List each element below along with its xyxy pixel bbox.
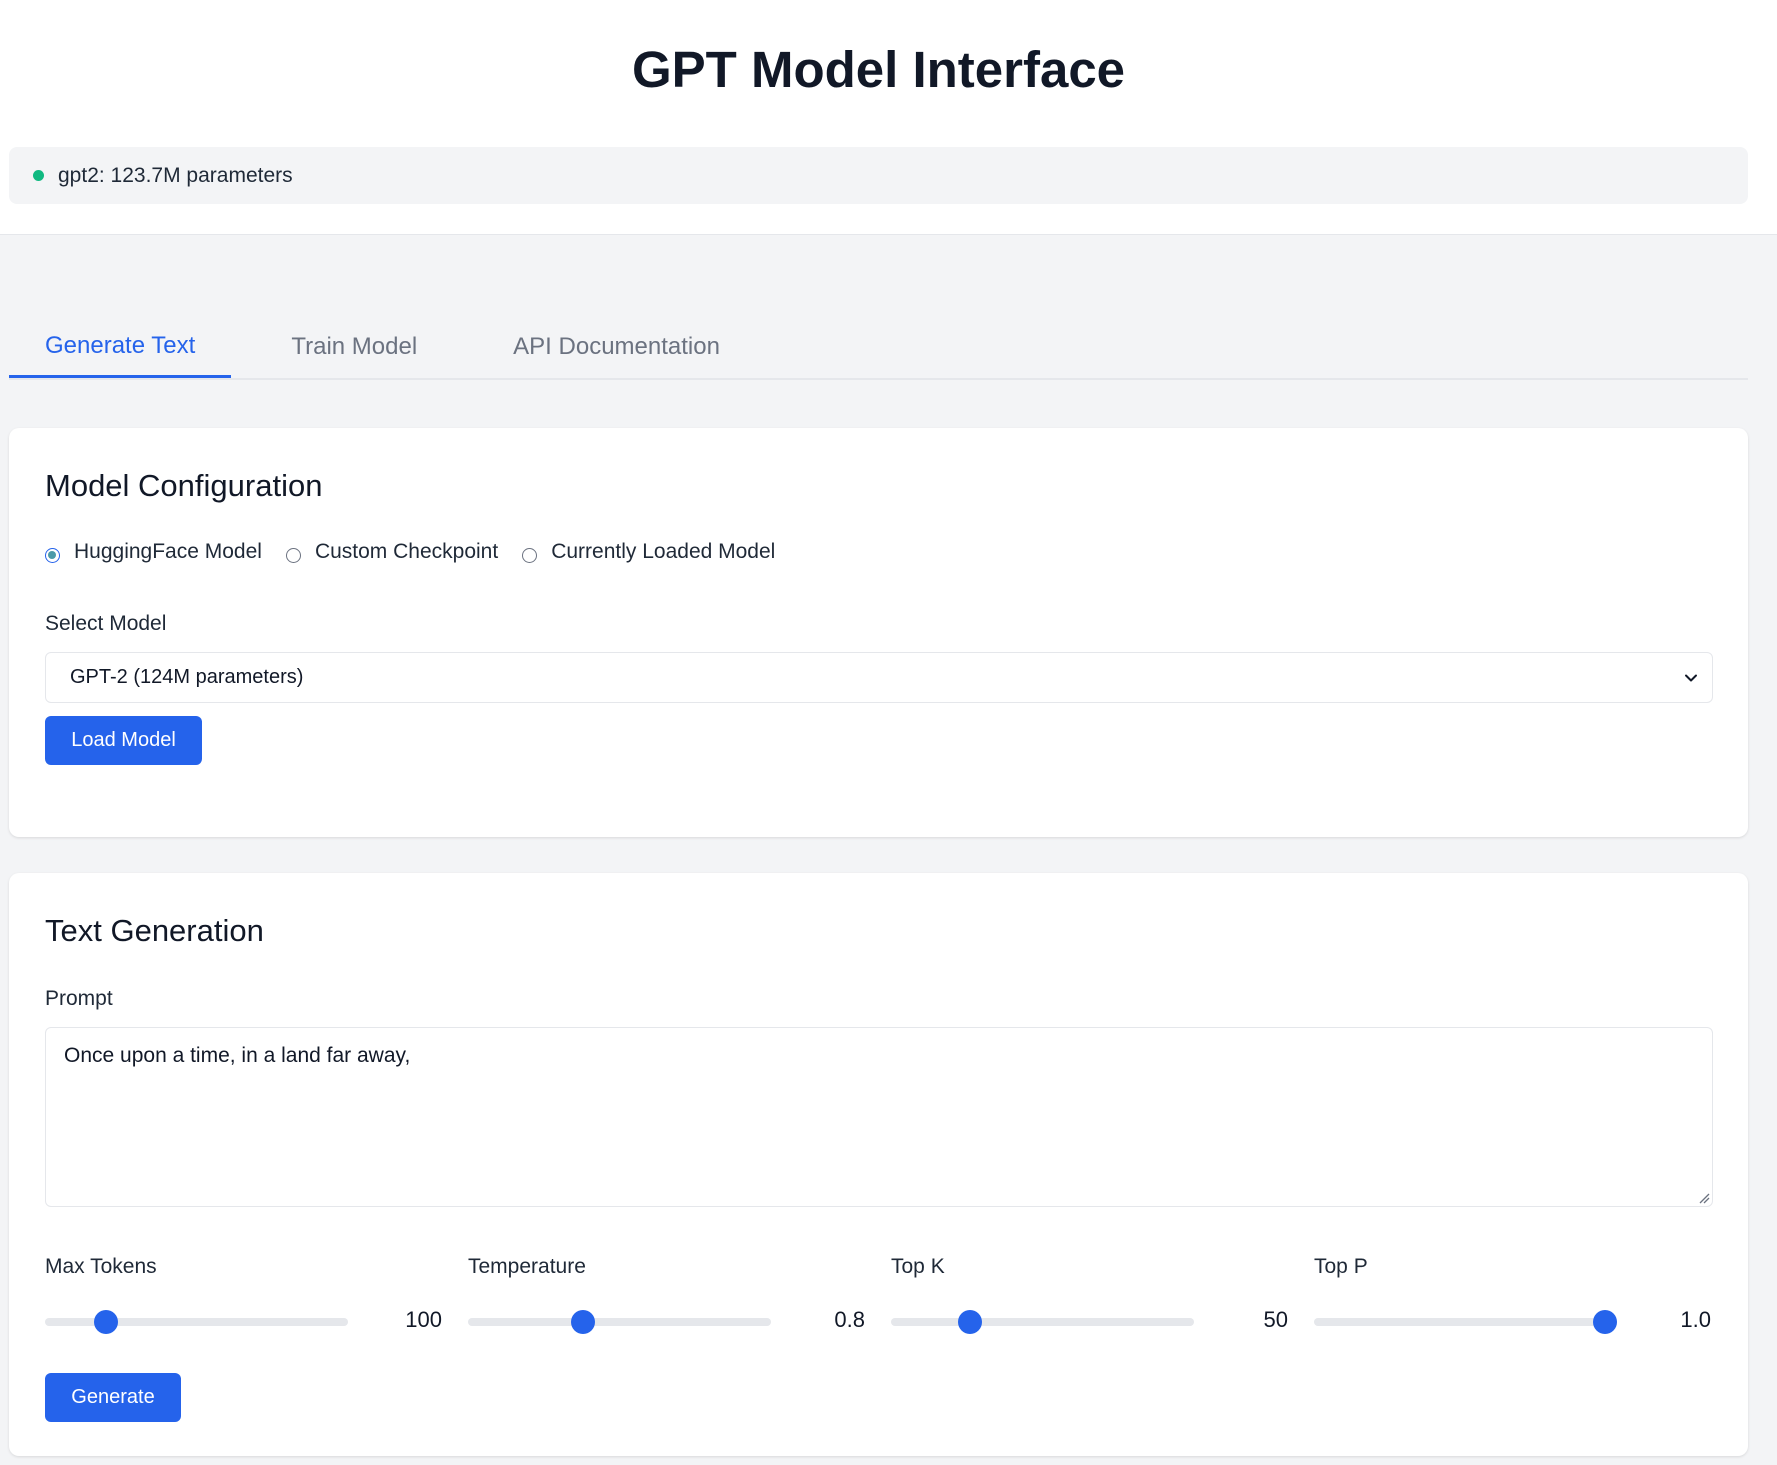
radio-button-checked-icon[interactable]: [45, 547, 60, 563]
temperature-label: Temperature: [468, 1255, 586, 1278]
top-p-slider[interactable]: [1314, 1310, 1617, 1334]
top-k-label: Top K: [891, 1255, 945, 1278]
radio-currently-loaded-model[interactable]: Currently Loaded Model: [522, 540, 775, 564]
chevron-down-icon: [1685, 674, 1697, 681]
radio-label: HuggingFace Model: [74, 540, 262, 563]
max-tokens-label: Max Tokens: [45, 1255, 157, 1278]
app-header: GPT Model Interface gpt2: 123.7M paramet…: [0, 0, 1777, 235]
top-p-slider-group: Top P 1.0: [1314, 1255, 1711, 1345]
model-select[interactable]: GPT-2 (124M parameters): [45, 652, 1713, 703]
model-status-bar: gpt2: 123.7M parameters: [9, 147, 1748, 204]
max-tokens-slider[interactable]: [45, 1310, 348, 1334]
top-k-value: 50: [1263, 1307, 1288, 1332]
model-source-radio-group: HuggingFace Model Custom Checkpoint Curr…: [45, 540, 799, 564]
model-status-text: gpt2: 123.7M parameters: [58, 163, 293, 187]
generate-button[interactable]: Generate: [45, 1373, 181, 1422]
top-p-label: Top P: [1314, 1255, 1368, 1278]
prompt-label: Prompt: [45, 987, 113, 1010]
radio-label: Currently Loaded Model: [551, 540, 776, 563]
radio-huggingface-model[interactable]: HuggingFace Model: [45, 540, 262, 564]
radio-button-icon[interactable]: [522, 547, 538, 563]
slider-thumb[interactable]: [571, 1310, 596, 1334]
temperature-slider-group: Temperature 0.8: [468, 1255, 865, 1345]
model-configuration-card: Model Configuration HuggingFace Model Cu…: [9, 428, 1748, 837]
model-select-value: GPT-2 (124M parameters): [70, 666, 304, 688]
status-indicator-icon: [33, 170, 44, 181]
slider-thumb[interactable]: [957, 1310, 982, 1334]
resize-handle-icon[interactable]: [1698, 1192, 1710, 1204]
slider-thumb[interactable]: [1592, 1310, 1617, 1334]
top-k-slider[interactable]: [891, 1310, 1194, 1334]
tab-train-model[interactable]: Train Model: [255, 316, 453, 378]
prompt-textarea[interactable]: Once upon a time, in a land far away,: [45, 1027, 1713, 1207]
model-configuration-title: Model Configuration: [45, 468, 323, 503]
max-tokens-slider-group: Max Tokens 100: [45, 1255, 442, 1345]
page-title: GPT Model Interface: [631, 41, 1126, 98]
radio-button-icon[interactable]: [285, 547, 301, 563]
top-k-slider-group: Top K 50: [891, 1255, 1288, 1345]
select-model-label: Select Model: [45, 612, 167, 635]
top-p-value: 1.0: [1680, 1307, 1711, 1332]
text-generation-title: Text Generation: [45, 913, 264, 948]
temperature-value: 0.8: [834, 1307, 865, 1332]
tab-bar: Generate Text Train Model API Documentat…: [9, 316, 1748, 380]
tab-generate-text[interactable]: Generate Text: [9, 316, 232, 378]
text-generation-card: Text Generation Prompt Once upon a time,…: [9, 873, 1748, 1456]
radio-label: Custom Checkpoint: [314, 540, 499, 563]
slider-thumb[interactable]: [93, 1310, 118, 1334]
temperature-slider[interactable]: [468, 1310, 771, 1334]
max-tokens-value: 100: [405, 1307, 442, 1332]
load-model-button[interactable]: Load Model: [45, 716, 202, 765]
radio-custom-checkpoint[interactable]: Custom Checkpoint: [285, 540, 499, 564]
prompt-text: Once upon a time, in a land far away,: [64, 1044, 411, 1067]
tab-api-documentation[interactable]: API Documentation: [477, 316, 756, 378]
